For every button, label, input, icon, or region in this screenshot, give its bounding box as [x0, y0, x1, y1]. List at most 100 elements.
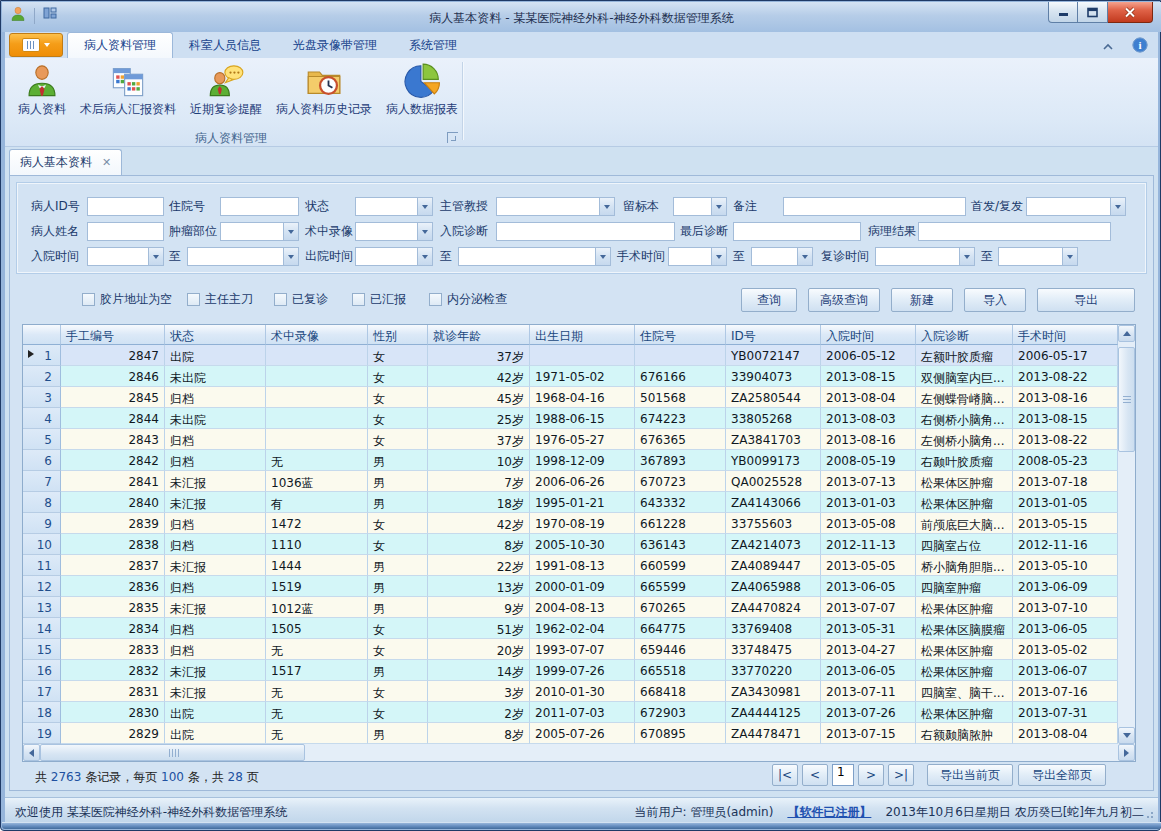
cell: 1970-08-19	[530, 513, 635, 534]
patient-data-report-button[interactable]: 病人数据报表	[379, 61, 465, 120]
checkbox-director-surgeon[interactable]: 主任主刀	[187, 292, 253, 307]
cell: 归档	[165, 576, 266, 597]
scroll-left-button[interactable]	[23, 744, 40, 761]
table-row-2[interactable]: 22846未出院女42岁1971-05-02676166339040732013…	[23, 366, 1118, 387]
column-header-9[interactable]: 入院时间	[821, 325, 916, 345]
cell: 归档	[165, 618, 266, 639]
table-row-6[interactable]: 62842归档无男10岁1998-12-09367893YB0099173200…	[23, 450, 1118, 471]
ribbon-tab-patient-data-management[interactable]: 病人资料管理	[67, 32, 173, 58]
vertical-scroll-thumb[interactable]	[1118, 347, 1135, 452]
checkbox-box[interactable]	[429, 293, 442, 306]
checkbox-box[interactable]	[187, 293, 200, 306]
horizontal-scrollbar[interactable]	[23, 744, 1135, 761]
cell: 1993-07-07	[530, 639, 635, 660]
last-page-button[interactable]: >|	[888, 764, 914, 786]
table-row-12[interactable]: 122836归档1519男13岁2000-01-09665599ZA406598…	[23, 576, 1118, 597]
table-row-17[interactable]: 172831未汇报无女3岁2010-01-30668418ZA343098120…	[23, 681, 1118, 702]
postop-report-data-button[interactable]: 术后病人汇报资料	[73, 61, 183, 120]
cell: 45岁	[428, 387, 530, 408]
table-row-14[interactable]: 142834归档1505女51岁1962-02-0466477533769408…	[23, 618, 1118, 639]
column-header-3[interactable]: 术中录像	[266, 325, 368, 345]
scroll-right-button[interactable]	[1118, 744, 1135, 761]
patient-history-button[interactable]: 病人资料历史记录	[269, 61, 379, 120]
table-row-19[interactable]: 192829出院无男8岁2005-07-26670895ZA4478471201…	[23, 723, 1118, 744]
maximize-button[interactable]	[1078, 2, 1108, 23]
new-button[interactable]: 新建	[891, 288, 953, 312]
checkbox-box[interactable]	[82, 293, 95, 306]
tab-close-icon[interactable]: ✕	[102, 156, 111, 169]
checkbox-endocrine-exam[interactable]: 内分泌检查	[429, 292, 507, 307]
cell: 1995-01-21	[530, 492, 635, 513]
ribbon-tab-disc-video-management[interactable]: 光盘录像带管理	[277, 32, 393, 58]
resize-grip[interactable]	[1144, 809, 1154, 819]
column-header-5[interactable]: 就诊年龄	[428, 325, 530, 345]
column-header-8[interactable]: ID号	[726, 325, 821, 345]
column-header-7[interactable]: 住院号	[635, 325, 726, 345]
status-bar: 欢迎使用 某某医院神经外科-神经外科数据管理系统 当前用户: 管理员(admin…	[5, 797, 1158, 824]
minimize-button[interactable]	[1048, 2, 1078, 23]
checkbox-box[interactable]	[352, 293, 365, 306]
import-button[interactable]: 导入	[964, 288, 1026, 312]
column-header-11[interactable]: 手术时间	[1013, 325, 1118, 345]
application-menu-button[interactable]	[9, 33, 63, 57]
ribbon-tab-system-management[interactable]: 系统管理	[393, 32, 473, 58]
cell: QA0025528	[726, 471, 821, 492]
row-number: 7	[23, 471, 61, 492]
column-header-4[interactable]: 性别	[368, 325, 428, 345]
cell: 女	[368, 639, 428, 660]
next-page-button[interactable]: >	[858, 764, 884, 786]
horizontal-scroll-thumb[interactable]	[40, 744, 305, 761]
table-row-13[interactable]: 132835未汇报1012蓝男9岁2004-08-13670265ZA44708…	[23, 597, 1118, 618]
first-page-button[interactable]: |<	[772, 764, 798, 786]
table-row-5[interactable]: 52843归档女37岁1976-05-27676365ZA38417032013…	[23, 429, 1118, 450]
table-row-15[interactable]: 152833归档无女20岁1993-07-0765944633748475201…	[23, 639, 1118, 660]
dialog-launcher-icon[interactable]	[447, 132, 458, 143]
advanced-query-button[interactable]: 高级查询	[808, 288, 880, 312]
export-all-pages-button[interactable]: 导出全部页	[1018, 764, 1106, 786]
table-row-7[interactable]: 72841未汇报1036蓝男7岁2006-06-26670723QA002552…	[23, 471, 1118, 492]
cell: 2013-08-22	[1013, 366, 1118, 387]
column-header-2[interactable]: 状态	[165, 325, 266, 345]
table-row-10[interactable]: 102838归档1110女8岁2005-10-30636143ZA4214073…	[23, 534, 1118, 555]
vertical-scrollbar[interactable]	[1118, 325, 1135, 744]
scroll-up-button[interactable]	[1118, 325, 1135, 342]
close-button[interactable]	[1108, 2, 1153, 23]
table-row-18[interactable]: 182830出院无女2岁2011-07-03672903ZA4444125201…	[23, 702, 1118, 723]
checkbox-reported[interactable]: 已汇报	[352, 292, 406, 307]
table-row-9[interactable]: 92839归档1472女42岁1970-08-19661228337556032…	[23, 513, 1118, 534]
table-row-1[interactable]: 12847出院女37岁YB00721472006-05-12左额叶胶质瘤2006…	[23, 345, 1118, 366]
checkbox-followed-up[interactable]: 已复诊	[274, 292, 328, 307]
prev-page-button[interactable]: <	[802, 764, 828, 786]
document-tab-patient-basic-data[interactable]: 病人基本资料 ✕	[9, 149, 122, 175]
cell: 2000-01-09	[530, 576, 635, 597]
export-current-page-button[interactable]: 导出当前页	[927, 764, 1013, 786]
row-indicator-header	[23, 325, 61, 345]
page-number-input[interactable]: 1	[832, 764, 854, 786]
license-registered-link[interactable]: 【软件已注册】	[787, 804, 871, 821]
export-button[interactable]: 导出	[1037, 288, 1135, 312]
help-info-icon[interactable]: i	[1132, 37, 1148, 56]
cell: 2836	[61, 576, 165, 597]
table-row-16[interactable]: 162832未汇报1517男14岁1999-07-266655183377022…	[23, 660, 1118, 681]
followup-reminder-button[interactable]: 近期复诊提醒	[183, 61, 269, 120]
cell: 松果体区脑膜瘤	[916, 618, 1013, 639]
column-header-1[interactable]: 手工编号	[61, 325, 165, 345]
ribbon-group-patient-data: 病人资料术后病人汇报资料近期复诊提醒病人资料历史记录病人数据报表 病人资料管理	[5, 58, 1158, 147]
checkbox-film-address-empty[interactable]: 胶片地址为空	[82, 292, 172, 307]
patient-records-button[interactable]: 病人资料	[11, 61, 73, 120]
minimize-ribbon-chevron-icon[interactable]	[1102, 40, 1114, 54]
scroll-down-button[interactable]	[1118, 727, 1135, 744]
cell	[266, 387, 368, 408]
column-header-10[interactable]: 入院诊断	[916, 325, 1013, 345]
table-row-3[interactable]: 32845归档女45岁1968-04-16501568ZA25805442013…	[23, 387, 1118, 408]
cell: 1036蓝	[266, 471, 368, 492]
column-header-6[interactable]: 出生日期	[530, 325, 635, 345]
table-row-8[interactable]: 82840未汇报有男18岁1995-01-21643332ZA414306620…	[23, 492, 1118, 513]
cell: 37岁	[428, 429, 530, 450]
table-row-11[interactable]: 112837未汇报1444男22岁1991-08-13660599ZA40894…	[23, 555, 1118, 576]
pie-chart-icon	[404, 63, 440, 99]
ribbon-tab-department-staff-info[interactable]: 科室人员信息	[173, 32, 277, 58]
query-button[interactable]: 查询	[741, 288, 797, 312]
checkbox-box[interactable]	[274, 293, 287, 306]
table-row-4[interactable]: 42844未出院女25岁1988-06-15674223338052682013…	[23, 408, 1118, 429]
